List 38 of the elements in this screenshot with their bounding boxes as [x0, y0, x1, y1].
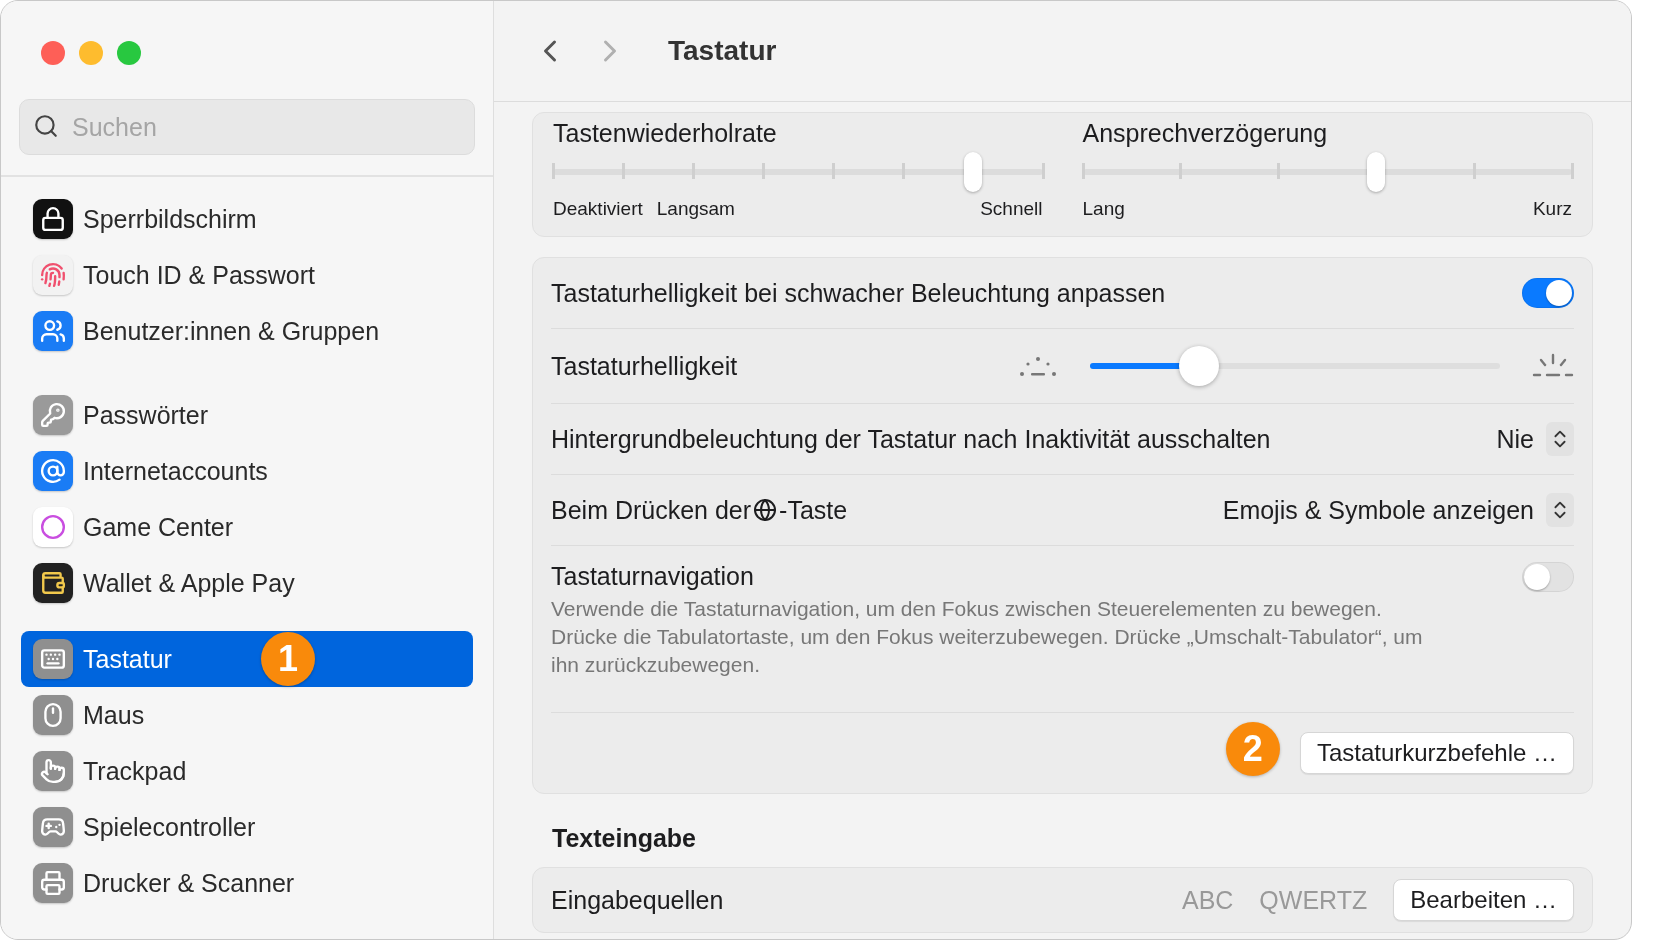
sidebar-item[interactable]: Drucker & Scanner	[21, 855, 473, 911]
setting-label: Tastaturhelligkeit bei schwacher Beleuchtung anpassen	[551, 278, 1166, 307]
popup-value[interactable]: Nie	[1496, 424, 1534, 454]
sidebar-item[interactable]: Trackpad	[21, 743, 473, 799]
section-heading: Texteingabe	[552, 824, 698, 853]
setting-label: -Taste	[779, 495, 848, 525]
slider-title: Tastenwiederholrate	[553, 119, 778, 148]
sidebar-item[interactable]: Touch ID & Passwort	[21, 247, 473, 303]
sidebar-item[interactable]: Internetaccounts	[21, 443, 473, 499]
slider-label: Langsam	[656, 198, 735, 220]
sidebar-item[interactable]: Passwörter	[21, 387, 473, 443]
setting-label: Eingabequellen	[551, 885, 724, 915]
popup-value[interactable]: Emojis & Symbole anzeigen	[1222, 495, 1534, 525]
sidebar-item[interactable]: Sperrbildschirm	[21, 191, 473, 247]
shortcuts-button[interactable]: Tastaturkurzbefehle …	[1299, 732, 1574, 774]
slider-label: Schnell	[980, 198, 1043, 220]
slider-title: Ansprechverzögerung	[1082, 119, 1329, 148]
callout-badge: 1	[261, 632, 315, 686]
sidebar-item[interactable]: Wallet & Apple Pay	[21, 555, 473, 611]
window-title: Tastatur	[668, 35, 777, 67]
slider-label: Kurz	[1532, 198, 1572, 220]
setting-description: Verwende die Tastaturnavigation, um den Fokus zwischen Steuerelementen zu bewegen. Drücke die Tabulatortaste, um den Fokus weiterzubewegen. Drücke „Umschalt-Tabulator“, um ihn zurückzubewegen.	[551, 596, 1424, 678]
sidebar-item[interactable]: Game Center	[21, 499, 473, 555]
sidebar-item[interactable]: Benutzer:innen & Gruppen	[21, 303, 473, 359]
slider-label: Lang	[1082, 198, 1125, 220]
setting-label: Tastaturnavigation	[551, 562, 754, 590]
input-source: QWERTZ	[1259, 885, 1368, 915]
setting-label: Beim Drücken der	[551, 495, 752, 525]
callout-badge: 2	[1225, 722, 1280, 776]
slider-label: Deaktiviert	[553, 198, 643, 220]
sidebar-item[interactable]: Tastatur 1	[21, 631, 473, 687]
setting-label: Hintergrundbeleuchtung der Tastatur nach Inaktivität ausschalten	[551, 424, 1271, 454]
edit-button[interactable]: Bearbeiten …	[1393, 879, 1574, 921]
search-field[interactable]: Suchen	[19, 99, 475, 155]
setting-label: Tastaturhelligkeit	[551, 351, 738, 381]
sidebar-item[interactable]: Spielecontroller	[21, 799, 473, 855]
sidebar-item[interactable]: Maus	[21, 687, 473, 743]
input-source: ABC	[1181, 885, 1234, 915]
